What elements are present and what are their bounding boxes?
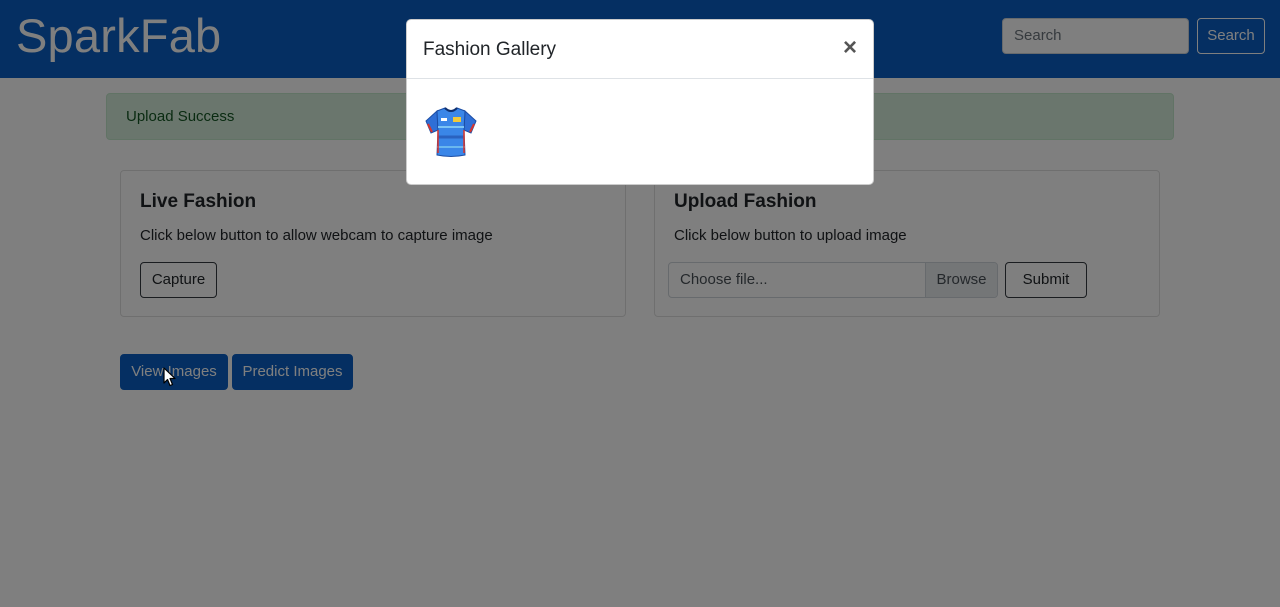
- fashion-gallery-modal: Fashion Gallery ×: [406, 19, 874, 185]
- mouse-cursor-icon: [163, 367, 176, 387]
- close-icon[interactable]: ×: [839, 35, 861, 61]
- modal-title: Fashion Gallery: [423, 39, 557, 60]
- jersey-icon[interactable]: [423, 105, 479, 159]
- modal-header: Fashion Gallery ×: [407, 20, 873, 79]
- modal-body: [407, 80, 873, 184]
